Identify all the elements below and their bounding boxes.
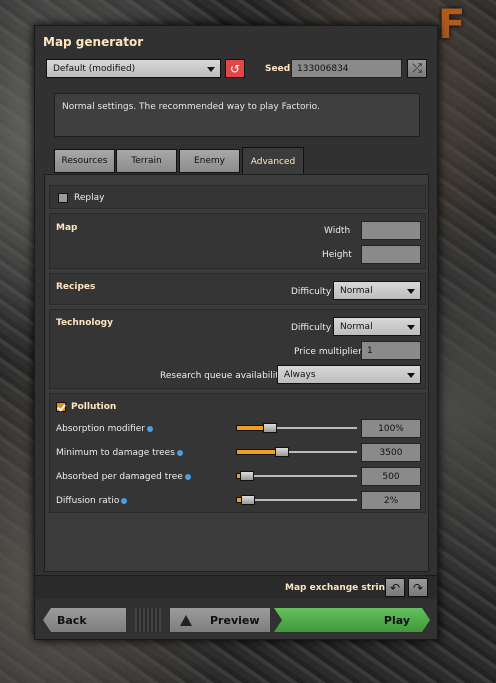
map-header: Map xyxy=(56,223,78,233)
tab-terrain[interactable]: Terrain xyxy=(116,149,177,173)
chevron-down-icon xyxy=(407,289,415,294)
reset-icon: ↺ xyxy=(229,61,241,76)
advanced-panel: Replay Map Width Height Recipes Difficul… xyxy=(44,174,429,572)
info-icon xyxy=(176,449,183,456)
technology-difficulty-value: Normal xyxy=(340,322,373,332)
replay-section: Replay xyxy=(49,185,426,209)
price-multiplier-input[interactable]: 1 xyxy=(361,341,421,360)
import-icon: ↶ xyxy=(389,580,401,595)
absorbed-per-tree-label: Absorbed per damaged tree xyxy=(56,472,191,482)
diffusion-ratio-slider[interactable] xyxy=(236,495,357,505)
drag-handle[interactable] xyxy=(135,608,161,632)
export-string-button[interactable]: ↷ xyxy=(408,578,428,597)
diffusion-ratio-label: Diffusion ratio xyxy=(56,496,128,506)
height-label: Height xyxy=(322,250,352,260)
pollution-header: Pollution xyxy=(71,402,117,412)
research-queue-dropdown[interactable]: Always xyxy=(277,365,421,384)
technology-difficulty-dropdown[interactable]: Normal xyxy=(333,317,421,336)
seed-label: Seed xyxy=(265,64,291,74)
recipes-difficulty-dropdown[interactable]: Normal xyxy=(333,281,421,300)
tab-enemy[interactable]: Enemy xyxy=(179,149,240,173)
technology-header: Technology xyxy=(56,318,113,328)
technology-difficulty-label: Difficulty xyxy=(291,323,332,333)
back-label: Back xyxy=(57,613,87,627)
replay-checkbox[interactable] xyxy=(58,193,68,203)
replay-label: Replay xyxy=(74,193,105,203)
map-exchange-label: Map exchange string xyxy=(285,583,392,593)
play-label: Play xyxy=(383,613,410,627)
diffusion-ratio-input[interactable]: 2% xyxy=(361,491,421,510)
technology-section: Technology Difficulty Normal Price multi… xyxy=(49,309,426,389)
price-multiplier-label: Price multiplier xyxy=(294,347,362,357)
window-title: Map generator xyxy=(43,35,144,49)
preview-label: Preview xyxy=(210,613,260,627)
preset-description: Normal settings. The recommended way to … xyxy=(54,93,420,137)
minimum-damage-trees-slider[interactable] xyxy=(236,447,357,457)
info-icon xyxy=(184,473,191,480)
preset-dropdown[interactable]: Default (modified) xyxy=(46,59,221,78)
recipes-header: Recipes xyxy=(56,282,96,292)
play-button[interactable]: Play xyxy=(274,608,430,632)
warning-icon xyxy=(180,614,192,626)
width-label: Width xyxy=(324,226,351,236)
info-icon xyxy=(146,425,153,432)
slider-handle[interactable] xyxy=(275,447,289,457)
chevron-down-icon xyxy=(407,325,415,330)
chevron-down-icon xyxy=(207,67,215,72)
absorption-modifier-input[interactable]: 100% xyxy=(361,419,421,438)
absorption-modifier-slider[interactable] xyxy=(236,423,357,433)
seed-input[interactable]: 133006834 xyxy=(291,59,402,78)
exchange-bar: Map exchange string ↶ ↷ xyxy=(35,575,437,599)
recipes-difficulty-value: Normal xyxy=(340,286,373,296)
absorbed-per-tree-input[interactable]: 500 xyxy=(361,467,421,486)
width-input[interactable] xyxy=(361,221,421,240)
research-queue-label: Research queue availability xyxy=(160,371,285,381)
back-button[interactable]: Back xyxy=(43,608,126,632)
shuffle-icon: ⤮ xyxy=(412,61,422,75)
import-string-button[interactable]: ↶ xyxy=(385,578,405,597)
map-generator-window: Map generator Default (modified) ↺ Seed … xyxy=(34,25,438,640)
background-logo: F xyxy=(438,2,468,48)
pollution-checkbox[interactable] xyxy=(56,402,66,412)
slider-handle[interactable] xyxy=(241,495,255,505)
randomize-seed-button[interactable]: ⤮ xyxy=(407,59,427,78)
slider-handle[interactable] xyxy=(240,471,254,481)
preview-button[interactable]: Preview xyxy=(170,608,270,632)
chevron-down-icon xyxy=(407,373,415,378)
reset-preset-button[interactable]: ↺ xyxy=(225,59,245,78)
height-input[interactable] xyxy=(361,245,421,264)
recipes-section: Recipes Difficulty Normal xyxy=(49,273,426,305)
slider-handle[interactable] xyxy=(263,423,277,433)
export-icon: ↷ xyxy=(412,580,424,595)
absorption-modifier-label: Absorption modifier xyxy=(56,424,153,434)
info-icon xyxy=(121,497,128,504)
research-queue-value: Always xyxy=(284,370,316,380)
recipes-difficulty-label: Difficulty xyxy=(291,287,332,297)
tab-advanced[interactable]: Advanced xyxy=(242,147,304,175)
preset-value: Default (modified) xyxy=(53,64,136,74)
tab-resources[interactable]: Resources xyxy=(54,149,115,173)
absorbed-per-tree-slider[interactable] xyxy=(236,471,357,481)
minimum-damage-trees-input[interactable]: 3500 xyxy=(361,443,421,462)
map-section: Map Width Height xyxy=(49,213,426,269)
pollution-section: Pollution Absorption modifier 100% Minim… xyxy=(49,393,426,513)
minimum-damage-trees-label: Minimum to damage trees xyxy=(56,448,183,458)
